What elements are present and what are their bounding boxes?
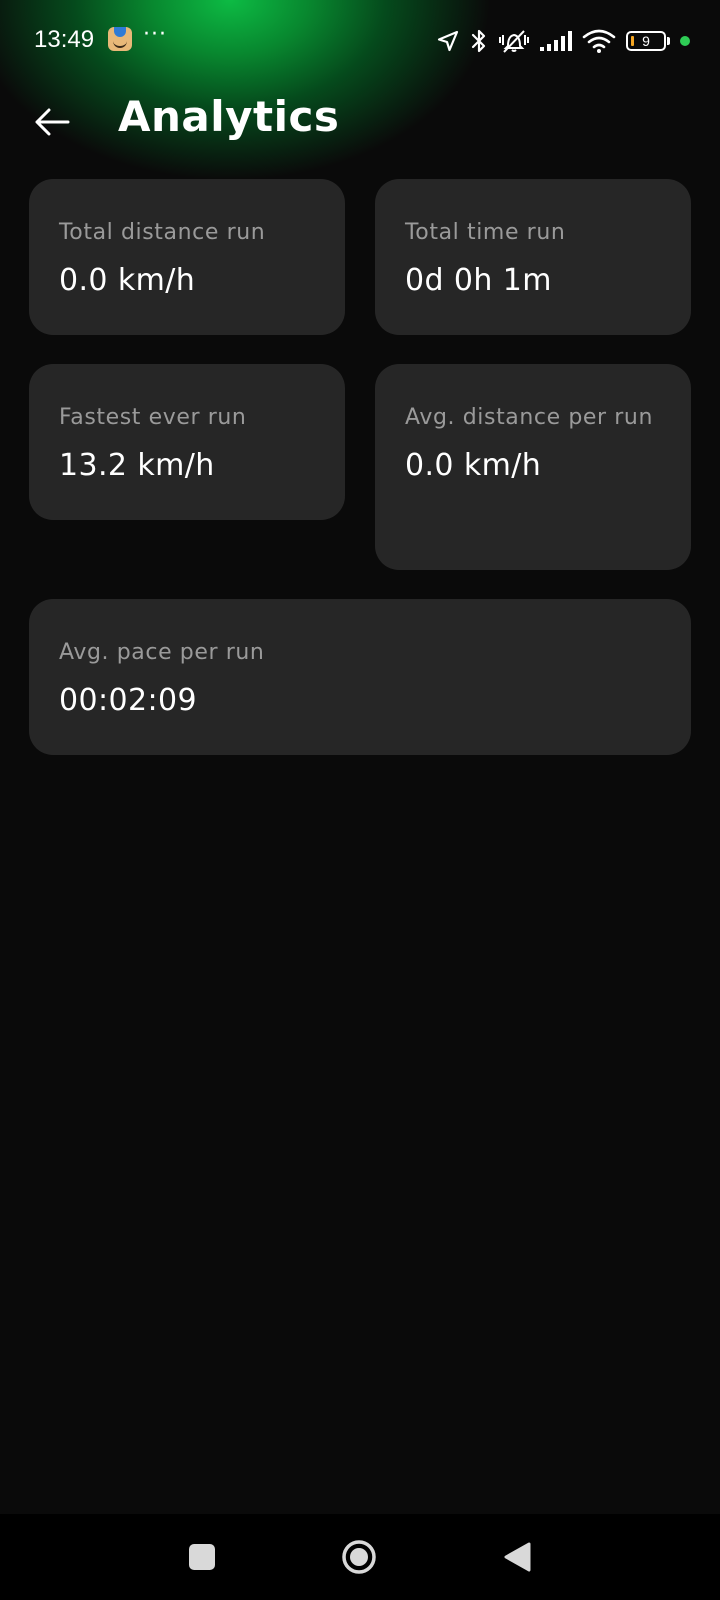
bluetooth-icon xyxy=(471,29,486,53)
page-title: Analytics xyxy=(118,92,340,141)
wifi-icon xyxy=(582,29,616,53)
battery-icon: 9 xyxy=(626,31,666,51)
stat-label: Avg. distance per run xyxy=(405,405,654,430)
stat-card-total-distance: Total distance run 0.0 km/h xyxy=(29,179,345,335)
arrow-left-icon xyxy=(35,108,70,136)
stat-label: Avg. pace per run xyxy=(59,640,265,665)
stat-value: 0.0 km/h xyxy=(405,448,542,483)
battery-level xyxy=(631,36,634,46)
stat-label: Total time run xyxy=(405,220,566,245)
app-notification-icon xyxy=(108,27,132,51)
battery-percent: 9 xyxy=(642,33,650,49)
stat-card-avg-pace: Avg. pace per run 00:02:09 xyxy=(29,599,691,755)
more-notifications-icon: ··· xyxy=(143,22,167,47)
vibrate-off-icon xyxy=(499,30,529,53)
back-button[interactable] xyxy=(28,98,76,146)
status-icons: 9 xyxy=(436,26,690,56)
status-time: 13:49 xyxy=(34,26,95,53)
stat-card-total-time: Total time run 0d 0h 1m xyxy=(375,179,691,335)
stat-card-avg-distance: Avg. distance per run 0.0 km/h xyxy=(375,364,691,570)
battery-indicator: 9 xyxy=(626,31,670,51)
location-arrow-icon xyxy=(437,30,459,52)
stat-label: Total distance run xyxy=(59,220,266,245)
privacy-dot-icon xyxy=(680,36,690,46)
stat-value: 13.2 km/h xyxy=(59,448,215,483)
battery-tip xyxy=(667,37,670,45)
back-triangle-icon[interactable] xyxy=(502,1541,532,1573)
system-nav-bar xyxy=(0,1514,720,1600)
signal-icon xyxy=(540,31,572,51)
stat-value: 0.0 km/h xyxy=(59,263,196,298)
stat-card-fastest-run: Fastest ever run 13.2 km/h xyxy=(29,364,345,520)
stat-label: Fastest ever run xyxy=(59,405,247,430)
home-circle-icon[interactable] xyxy=(341,1539,377,1575)
stat-value: 0d 0h 1m xyxy=(405,263,552,298)
recents-square-icon[interactable] xyxy=(189,1544,215,1570)
stat-value: 00:02:09 xyxy=(59,683,197,718)
status-bar: 13:49 ··· 9 xyxy=(0,0,720,80)
